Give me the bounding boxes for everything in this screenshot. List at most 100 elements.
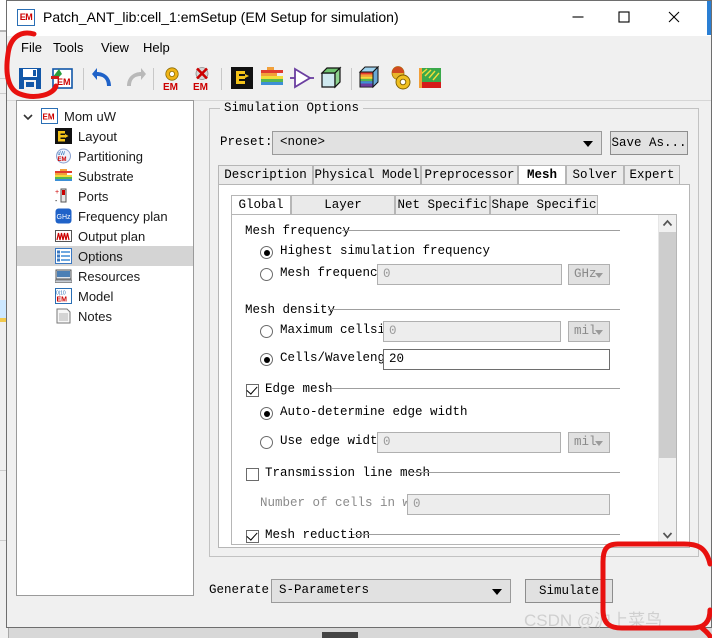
use-edge-width-radio[interactable] [260,436,273,449]
close-button[interactable] [651,1,697,33]
tree-root-mom-uw[interactable]: EM Mom uW [17,106,193,126]
simulate-toolbar-button[interactable] [387,65,415,93]
undo-icon [92,68,111,86]
edge-mesh-checkbox[interactable] [246,384,259,397]
subtab-global[interactable]: Global [231,195,291,215]
em-delete-button[interactable]: EM [189,65,217,93]
scroll-up-button[interactable] [659,215,676,232]
sidebar-item-output-plan[interactable]: Output plan [17,226,193,246]
tab-preprocessor[interactable]: Preprocessor [421,165,518,185]
global-mesh-pane: Mesh frequency Highest simulation freque… [231,214,677,545]
maximum-cellsize-input[interactable]: 0 [383,321,561,342]
mesh-frequency-unit-dropdown[interactable]: GHz [568,264,610,285]
transmission-line-mesh-checkbox[interactable] [246,468,259,481]
save-copy-button[interactable]: EM [49,65,77,93]
mesh-frequency-radio[interactable] [260,268,273,281]
use-edge-width-input[interactable]: 0 [377,432,561,453]
auto-edge-width-label: Auto-determine edge width [280,405,468,419]
save-button[interactable] [17,65,45,93]
notes-icon [55,308,72,324]
maximize-button[interactable] [601,1,647,33]
tab-solver[interactable]: Solver [566,165,624,185]
save-as-button[interactable]: Save As... [610,131,688,155]
sidebar-item-notes[interactable]: Notes [17,306,193,326]
preset-dropdown[interactable]: <none> [272,131,602,155]
sidebar-item-model[interactable]: 0|10 EM Model [17,286,193,306]
mesh-frequency-unit-value: GHz [574,267,597,281]
use-edge-width-label: Use edge width [280,434,386,448]
tab-mesh[interactable]: Mesh [518,165,566,185]
subtab-layer-specific[interactable]: Layer Specific [291,195,395,230]
tab-description[interactable]: Description [218,165,313,185]
layout-icon [55,128,72,144]
simulate-button[interactable]: Simulate [525,579,613,603]
em-settings-button[interactable]: EM [159,65,187,93]
sidebar-item-partitioning[interactable]: uW EM Partitioning [17,146,193,166]
save-as-em-icon: EM [51,68,73,89]
scroll-down-button[interactable] [659,527,676,544]
close-icon [668,11,680,23]
menu-item-file[interactable]: File [15,39,48,56]
highest-sim-frequency-radio[interactable] [260,246,273,259]
layout-button[interactable] [229,65,257,93]
svg-text:EM: EM [163,82,178,91]
maximum-cellsize-unit-dropdown[interactable]: mil [568,321,610,342]
generate-dropdown[interactable]: S-Parameters [271,579,511,603]
subtab-net-specific[interactable]: Net Specific [395,195,490,215]
em-delete-icon: EM [193,67,209,93]
section-rule-2 [328,309,620,310]
menu-item-tools[interactable]: Tools [47,39,89,56]
mesh-cube-button[interactable] [319,65,347,93]
sidebar-item-options[interactable]: Options [17,246,193,266]
svg-text:EM: EM [43,113,55,122]
svg-text:-: - [55,198,58,204]
maximum-cellsize-unit-value: mil [574,324,597,338]
setup-tree[interactable]: EM Mom uW Layout uW EM Partitioning Subs… [16,100,194,596]
sidebar-item-ports[interactable]: + - Ports [17,186,193,206]
mesh-form-scrollbar[interactable] [658,215,676,544]
undo-button[interactable] [91,65,119,93]
cells-per-wavelength-input[interactable]: 20 [383,349,610,370]
resources-icon [54,268,73,284]
tab-physical-model[interactable]: Physical Model [313,165,421,185]
mesh-form: Mesh frequency Highest simulation freque… [232,215,659,544]
sidebar-item-substrate[interactable]: Substrate [17,166,193,186]
svg-text:GHz: GHz [57,214,72,221]
menu-item-view[interactable]: View [95,39,135,56]
sidebar-item-ports-label: Ports [78,188,109,204]
mesh-tab-pane: Global Layer Specific Net Specific Shape… [218,184,690,548]
mesh-reduction-checkbox[interactable] [246,530,259,543]
minimize-button[interactable] [555,1,601,33]
redo-button[interactable] [121,65,149,93]
subtab-shape-specific[interactable]: Shape Specific [490,195,598,215]
sidebar-item-frequency-plan[interactable]: GHz Frequency plan [17,206,193,226]
scrollbar-thumb[interactable] [659,232,676,458]
minimize-icon [572,16,584,18]
sidebar-item-resources[interactable]: Resources [17,266,193,286]
ports-button[interactable] [289,65,317,93]
toolbar-separator [83,68,84,90]
partitioning-icon: uW EM [55,148,72,164]
cells-per-wavelength-value: 20 [389,352,405,366]
cells-per-wavelength-radio[interactable] [260,353,273,366]
results-button[interactable] [417,65,445,93]
sidebar-item-layout[interactable]: Layout [17,126,193,146]
svg-text:+: + [55,189,59,196]
chevron-down-icon[interactable] [23,110,33,125]
maximum-cellsize-radio[interactable] [260,325,273,338]
auto-edge-width-radio[interactable] [260,407,273,420]
chevron-down-icon [595,441,603,446]
use-edge-width-unit-dropdown[interactable]: mil [568,432,610,453]
menu-item-help[interactable]: Help [137,39,176,56]
number-of-cells-in-width-input: 0 [407,494,610,515]
substrate-button[interactable] [259,65,287,93]
visualization-button[interactable] [357,65,385,93]
em-root-icon: EM [41,108,58,124]
mesh-subtabs: Global Layer Specific Net Specific Shape… [231,195,677,230]
options-panel: Simulation Options Preset: <none> Save A… [205,100,703,617]
maximum-cellsize-value: 0 [389,324,397,338]
tab-expert[interactable]: Expert [624,165,680,185]
title-accent-bar [707,1,711,35]
mesh-frequency-input[interactable]: 0 [377,264,562,285]
number-of-cells-in-width-value: 0 [413,497,421,511]
